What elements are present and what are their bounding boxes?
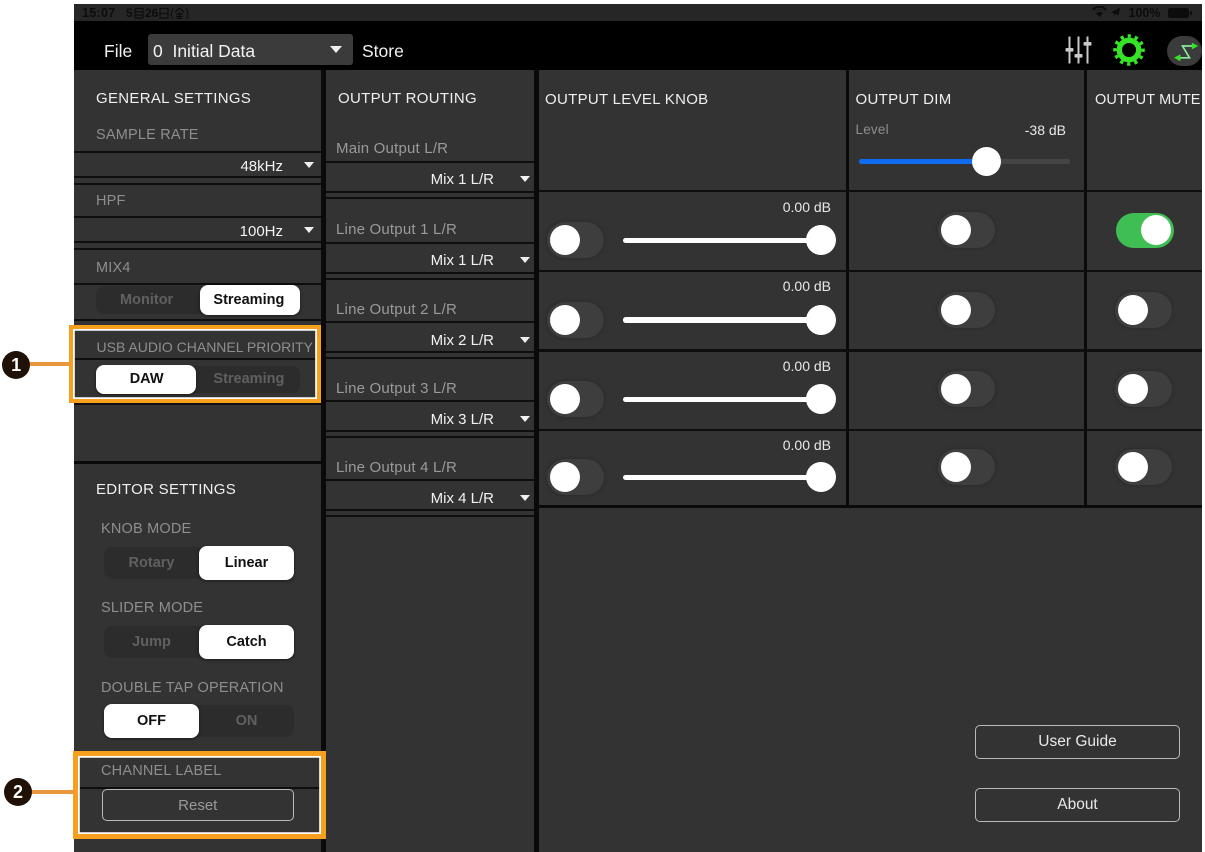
svg-text:5: 5: [126, 7, 133, 19]
svg-text:(: (: [170, 7, 175, 19]
svg-text:26: 26: [145, 7, 159, 19]
svg-text:): ): [185, 7, 189, 19]
svg-text:100%: 100%: [1129, 6, 1161, 19]
